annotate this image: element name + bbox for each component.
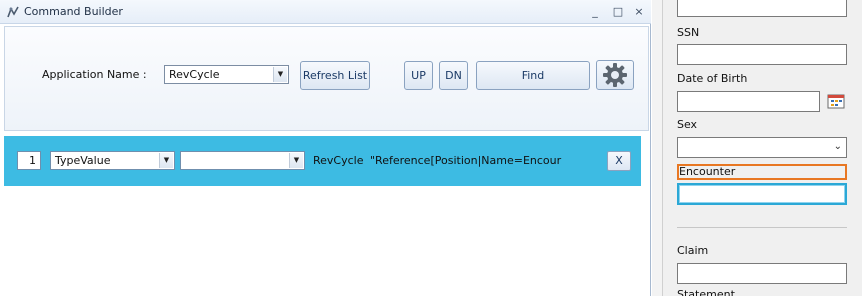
row-application-text: RevCycle [313,154,364,167]
application-name-label: Application Name : [42,68,147,81]
row-expression-text: "Reference[Position|Name=Encour [370,154,562,167]
claim-label: Claim [677,244,709,257]
calendar-icon[interactable] [827,94,845,109]
chevron-down-icon: ⌄ [833,141,842,152]
title-bar[interactable]: Command Builder _ □ × [0,0,651,24]
attribute-select[interactable]: ▼ [180,151,305,170]
row-index-field[interactable]: 1 [17,151,41,170]
sex-label: Sex [677,118,698,131]
top-text-field[interactable] [677,0,847,17]
minimize-button[interactable]: _ [586,4,604,20]
statement-label: Statement [677,288,735,296]
ssn-field[interactable] [677,44,847,65]
sex-select[interactable]: ⌄ [677,137,847,158]
encounter-label: Encounter [677,164,847,180]
dob-field[interactable] [677,91,820,112]
settings-button[interactable] [596,60,634,90]
refresh-list-button[interactable]: Refresh List [300,61,370,90]
app-logo-icon [7,6,19,18]
close-button[interactable]: × [630,4,648,20]
type-select[interactable]: TypeValue ▼ [50,151,175,170]
gear-icon [603,63,627,87]
window-title: Command Builder [24,5,123,18]
dropdown-arrow-icon[interactable]: ▼ [289,153,303,168]
dob-label: Date of Birth [677,72,748,85]
dropdown-arrow-icon[interactable]: ▼ [159,153,173,168]
claim-field[interactable] [677,263,847,284]
command-row[interactable]: 1 TypeValue ▼ ▼ RevCycle "Reference[Posi… [4,136,641,186]
command-builder-window: Command Builder _ □ × Application Name :… [0,0,651,296]
up-button[interactable]: UP [404,61,433,90]
maximize-button[interactable]: □ [609,4,627,20]
application-name-select[interactable]: RevCycle ▼ [164,65,289,84]
ssn-label: SSN [677,26,700,39]
type-select-value: TypeValue [55,154,111,167]
find-button[interactable]: Find [476,61,590,90]
remove-row-button[interactable]: X [607,151,631,171]
window-gutter [652,0,662,296]
application-name-value: RevCycle [169,68,220,81]
dropdown-arrow-icon[interactable]: ▼ [273,67,287,82]
patient-form-panel: SSN Date of Birth Sex ⌄ Encounter Claim … [662,0,862,296]
down-button[interactable]: DN [439,61,468,90]
section-divider [677,227,847,228]
encounter-field[interactable] [677,183,847,205]
